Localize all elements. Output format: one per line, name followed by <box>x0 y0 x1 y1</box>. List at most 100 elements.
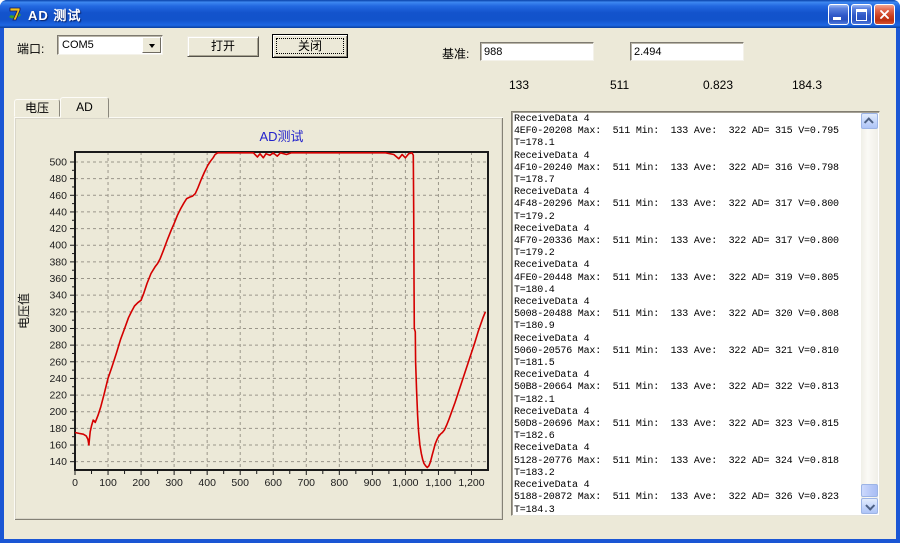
svg-text:260: 260 <box>49 356 67 368</box>
stat-temperature-value: 184.3 <box>792 78 822 92</box>
chart-title: AD测试 <box>259 129 303 144</box>
log-line: T=178.7 <box>514 175 860 187</box>
svg-text:240: 240 <box>49 373 67 385</box>
log-line: ReceiveData 4 <box>514 297 860 309</box>
log-line: T=181.5 <box>514 358 860 370</box>
svg-text:440: 440 <box>49 206 67 218</box>
log-line: 4FE0-20448 Max: 511 Min: 133 Ave: 322 AD… <box>514 273 860 285</box>
open-button[interactable]: 打开 <box>187 36 259 57</box>
grid-lines <box>75 152 488 470</box>
minimize-button[interactable] <box>828 4 849 25</box>
tab-ad[interactable]: AD <box>60 97 109 118</box>
log-line: 50D8-20696 Max: 511 Min: 133 Ave: 322 AD… <box>514 419 860 431</box>
log-line: T=184.3 <box>514 505 860 515</box>
svg-text:280: 280 <box>49 340 67 352</box>
svg-text:200: 200 <box>49 406 67 418</box>
svg-text:140: 140 <box>49 456 67 468</box>
svg-text:480: 480 <box>49 173 67 185</box>
svg-text:200: 200 <box>132 477 150 489</box>
chart-series-line <box>75 153 485 468</box>
chevron-down-icon <box>865 500 875 510</box>
svg-text:0: 0 <box>72 477 78 489</box>
y-axis: 1401601802002202402602803003203403603804… <box>49 156 74 468</box>
log-content: ReceiveData 44EF0-20208 Max: 511 Min: 13… <box>514 114 860 514</box>
svg-text:400: 400 <box>49 240 67 252</box>
window-content: 端口: COM5 打开 关闭 基准: 133 511 0.823 184.3 电… <box>4 28 896 539</box>
log-line: ReceiveData 4 <box>514 151 860 163</box>
log-line: 5008-20488 Max: 511 Min: 133 Ave: 322 AD… <box>514 309 860 321</box>
reference-value-1-field[interactable] <box>480 42 594 61</box>
svg-text:500: 500 <box>231 477 249 489</box>
log-scrollbar[interactable] <box>861 113 878 514</box>
scroll-up-button[interactable] <box>861 113 878 129</box>
svg-text:460: 460 <box>49 190 67 202</box>
log-line: ReceiveData 4 <box>514 187 860 199</box>
log-line: ReceiveData 4 <box>514 224 860 236</box>
close-window-button[interactable] <box>874 4 895 25</box>
minimize-icon <box>833 17 841 20</box>
stat-max-value: 511 <box>610 78 629 92</box>
log-line: ReceiveData 4 <box>514 370 860 382</box>
log-line: ReceiveData 4 <box>514 480 860 492</box>
maximize-button[interactable] <box>851 4 872 25</box>
log-line: 5060-20576 Max: 511 Min: 133 Ave: 322 AD… <box>514 346 860 358</box>
svg-text:1,100: 1,100 <box>425 477 451 489</box>
app-logo-icon[interactable] <box>7 6 23 22</box>
port-combobox[interactable]: COM5 <box>57 35 163 55</box>
plot-frame <box>75 152 488 470</box>
svg-text:700: 700 <box>298 477 316 489</box>
svg-text:180: 180 <box>49 423 67 435</box>
log-line: ReceiveData 4 <box>514 114 860 126</box>
log-line: 4F48-20296 Max: 511 Min: 133 Ave: 322 AD… <box>514 199 860 211</box>
maximize-icon <box>856 9 867 21</box>
receive-log-box[interactable]: ReceiveData 44EF0-20208 Max: 511 Min: 13… <box>511 111 880 516</box>
svg-text:800: 800 <box>331 477 349 489</box>
log-line: T=182.1 <box>514 395 860 407</box>
stat-voltage-value: 0.823 <box>703 78 733 92</box>
x-axis: 01002003004005006007008009001,0001,1001,… <box>72 471 485 489</box>
scroll-down-button[interactable] <box>861 498 878 514</box>
log-line: ReceiveData 4 <box>514 334 860 346</box>
close-icon <box>879 9 890 20</box>
svg-text:220: 220 <box>49 390 67 402</box>
svg-text:360: 360 <box>49 273 67 285</box>
reference-value-2-field[interactable] <box>630 42 744 61</box>
window-title: AD 测试 <box>28 5 81 24</box>
tab-voltage[interactable]: 电压 <box>14 99 60 117</box>
scrollbar-thumb[interactable] <box>861 484 878 497</box>
svg-text:100: 100 <box>99 477 117 489</box>
log-line: ReceiveData 4 <box>514 407 860 419</box>
log-line: 4EF0-20208 Max: 511 Min: 133 Ave: 322 AD… <box>514 126 860 138</box>
svg-text:320: 320 <box>49 306 67 318</box>
svg-text:420: 420 <box>49 223 67 235</box>
log-line: T=178.1 <box>514 138 860 150</box>
log-line: T=182.6 <box>514 431 860 443</box>
title-bar[interactable]: AD 测试 <box>0 0 900 28</box>
svg-text:900: 900 <box>364 477 382 489</box>
log-line: 5128-20776 Max: 511 Min: 133 Ave: 322 AD… <box>514 456 860 468</box>
chevron-down-icon <box>149 44 155 51</box>
log-line: 4F10-20240 Max: 511 Min: 133 Ave: 322 AD… <box>514 163 860 175</box>
ad-chart-panel: 01002003004005006007008009001,0001,1001,… <box>14 117 503 520</box>
series <box>75 153 485 468</box>
y-axis-label: 电压值 <box>16 293 31 329</box>
port-combobox-value: COM5 <box>62 39 94 51</box>
port-label: 端口: <box>17 40 44 57</box>
reference-label: 基准: <box>442 45 469 62</box>
log-line: 5188-20872 Max: 511 Min: 133 Ave: 322 AD… <box>514 492 860 504</box>
svg-text:380: 380 <box>49 256 67 268</box>
svg-text:300: 300 <box>49 323 67 335</box>
svg-text:500: 500 <box>49 156 67 168</box>
log-line: 4F70-20336 Max: 511 Min: 133 Ave: 322 AD… <box>514 236 860 248</box>
port-combobox-dropdown-button[interactable] <box>142 37 161 53</box>
log-line: ReceiveData 4 <box>514 443 860 455</box>
svg-text:300: 300 <box>165 477 183 489</box>
log-line: T=179.2 <box>514 212 860 224</box>
log-line: T=179.2 <box>514 248 860 260</box>
app-window: AD 测试 端口: COM5 打开 关闭 基准: 133 511 0.823 1 <box>0 0 900 543</box>
ad-chart-canvas: 01002003004005006007008009001,0001,1001,… <box>14 117 503 520</box>
chevron-up-icon <box>864 117 874 127</box>
stat-min-value: 133 <box>509 78 529 92</box>
close-port-button[interactable]: 关闭 <box>272 34 348 58</box>
svg-text:400: 400 <box>198 477 216 489</box>
